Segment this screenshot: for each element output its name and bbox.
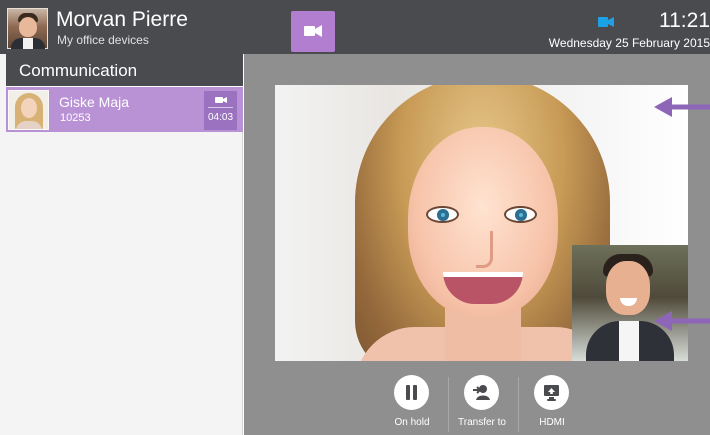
control-divider: [518, 377, 519, 432]
hdmi-circle: [534, 375, 569, 410]
communication-panel: Communication Giske Maja 10253 04:03: [0, 54, 243, 435]
transfer-label: Transfer to: [458, 417, 506, 428]
remote-video-pointer-arrow-icon: [654, 97, 710, 117]
transfer-circle: [464, 375, 499, 410]
on-hold-button[interactable]: On hold: [382, 369, 444, 435]
clock-time: 11:21: [659, 9, 710, 32]
video-camera-icon: [304, 25, 322, 37]
caller-avatar-body: [16, 121, 42, 129]
video-status-icon: [598, 17, 614, 27]
caller-avatar: [8, 90, 49, 130]
remote-participant-video[interactable]: [275, 85, 688, 361]
user-avatar[interactable]: [7, 8, 48, 49]
on-hold-label: On hold: [394, 417, 430, 428]
avatar-shirt: [23, 38, 33, 49]
video-call-stage: On hold Transfer to HDMI: [244, 54, 710, 435]
call-list-item-giske-maja[interactable]: Giske Maja 10253 04:03: [6, 86, 243, 132]
current-date: Wednesday 25 February 2015: [548, 36, 710, 50]
remote-video-left-eye: [426, 206, 459, 223]
caller-name: Giske Maja: [59, 94, 130, 110]
top-header: Morvan Pierre My office devices 11:21 We…: [0, 0, 710, 54]
remote-video-right-eye: [504, 206, 537, 223]
control-divider: [448, 377, 449, 432]
video-call-button[interactable]: [291, 11, 335, 52]
video-camera-icon: [215, 97, 227, 103]
panel-title: Communication: [19, 61, 138, 80]
hdmi-button[interactable]: HDMI: [522, 369, 584, 435]
user-status: My office devices: [57, 33, 149, 47]
remote-video-nose: [476, 231, 493, 268]
panel-header: Communication: [6, 54, 243, 86]
badge-divider: [208, 107, 233, 108]
hdmi-screen-icon: [544, 385, 559, 401]
pause-icon: [406, 385, 417, 400]
transfer-button[interactable]: Transfer to: [452, 369, 514, 435]
call-type-badge: 04:03: [204, 91, 237, 130]
self-video-pointer-arrow-icon: [654, 311, 710, 331]
call-controls: On hold Transfer to HDMI: [382, 369, 582, 435]
self-video-face: [606, 261, 650, 315]
self-video-shirt: [619, 321, 639, 361]
call-duration: 04:03: [207, 112, 234, 123]
caller-number: 10253: [60, 112, 91, 124]
avatar-face: [19, 17, 37, 37]
hdmi-label: HDMI: [539, 417, 565, 428]
transfer-user-icon: [473, 385, 490, 400]
on-hold-circle: [394, 375, 429, 410]
user-name: Morvan Pierre: [56, 8, 188, 31]
self-preview-video[interactable]: [572, 245, 688, 361]
caller-avatar-face: [21, 98, 37, 118]
